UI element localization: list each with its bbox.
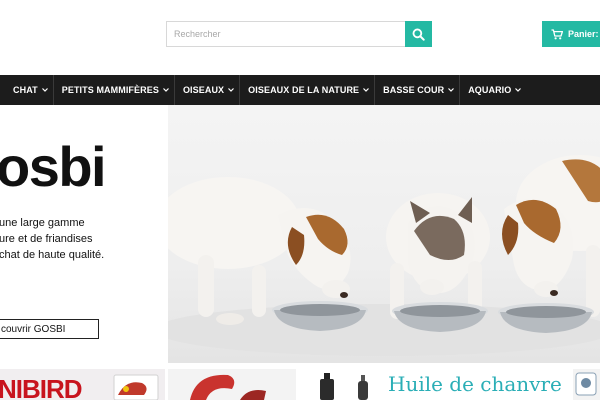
unibird-logo: NIBIRD	[0, 374, 83, 400]
nav-item-petits-mammiferes[interactable]: PETITS MAMMIFÈRES	[54, 75, 174, 105]
promo-banner-4[interactable]	[573, 369, 600, 400]
search-button[interactable]	[405, 21, 432, 47]
search-input[interactable]	[166, 21, 405, 47]
chevron-down-icon	[515, 88, 522, 92]
page: Panier: CHAT PETITS MAMMIFÈRES OISEAUX O…	[0, 0, 600, 400]
hero-image[interactable]	[168, 105, 600, 363]
nav-item-oiseaux-de-la-nature[interactable]: OISEAUX DE LA NATURE	[240, 75, 374, 105]
cart-label: Panier:	[568, 29, 599, 39]
promo-hemp-oil[interactable]: Huile de chanvre	[298, 369, 570, 400]
nav-item-label: OISEAUX DE LA NATURE	[248, 85, 360, 95]
product-image	[113, 374, 159, 400]
chevron-down-icon	[448, 88, 455, 92]
nav-item-oiseaux[interactable]: OISEAUX	[175, 75, 239, 105]
chevron-down-icon	[228, 88, 235, 92]
bottle-icon	[320, 373, 368, 400]
nav-item-label: BASSE COUR	[383, 85, 445, 95]
hero-description: une large gamme ure et de friandises cha…	[0, 215, 104, 263]
puppy-right	[502, 155, 600, 317]
main-nav: CHAT PETITS MAMMIFÈRES OISEAUX OISEAUX D…	[0, 75, 600, 105]
promo-unibird[interactable]: NIBIRD	[0, 369, 165, 400]
nav-item-basse-cour[interactable]: BASSE COUR	[375, 75, 459, 105]
nav-item-aquario[interactable]: AQUARIO	[460, 75, 526, 105]
hero-line: ure et de friandises	[0, 233, 93, 245]
cart-button[interactable]: Panier:	[542, 21, 600, 47]
nav-item-label: AQUARIO	[468, 85, 512, 95]
nav-item-label: CHAT	[13, 85, 38, 95]
promo-banner-2[interactable]	[168, 369, 296, 400]
hero-line: chat de haute qualité.	[0, 249, 105, 261]
hero-brand-title: osbi	[0, 135, 107, 198]
nav-item-label: OISEAUX	[182, 85, 225, 95]
chevron-down-icon	[41, 88, 48, 92]
product-thumbnail	[575, 372, 597, 396]
hero-banner-text: osbi une large gamme ure et de friandise…	[0, 105, 168, 363]
cart-icon	[551, 28, 563, 39]
pets-eating-illustration	[168, 155, 600, 356]
nav-item-label: PETITS MAMMIFÈRES	[61, 85, 159, 95]
search-bar	[166, 21, 432, 47]
hero-line: une large gamme	[0, 217, 85, 229]
chevron-down-icon	[363, 88, 370, 92]
kitten	[386, 193, 490, 319]
chevron-down-icon	[163, 88, 169, 92]
hemp-oil-title: Huile de chanvre	[388, 372, 562, 396]
hero-cta-button[interactable]: couvrir GOSBI	[0, 319, 99, 339]
promo-graphic	[190, 374, 266, 400]
nav-item-chat[interactable]: CHAT	[0, 75, 53, 105]
search-icon	[412, 28, 425, 41]
